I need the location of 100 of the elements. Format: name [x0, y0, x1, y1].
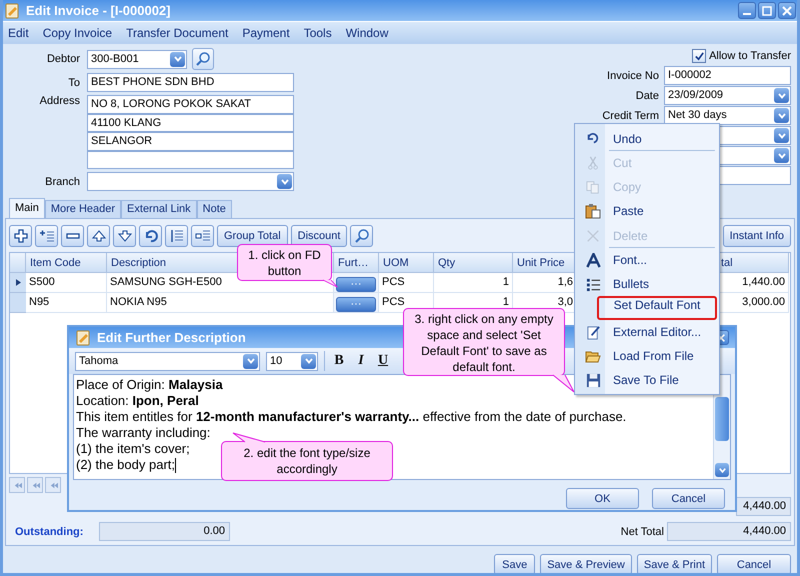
menu-item[interactable]: Copy Invoice: [42, 26, 112, 40]
dropdown-button[interactable]: [243, 354, 258, 368]
chevron-down-icon: [304, 356, 314, 366]
dropdown-button[interactable]: [774, 88, 789, 103]
dialog-button[interactable]: OK: [566, 488, 639, 509]
menu-item[interactable]: Window: [346, 26, 388, 40]
menu-item[interactable]: Paste: [577, 199, 717, 223]
toolbar-button[interactable]: [165, 225, 188, 247]
debtor-field[interactable]: 300-B001: [87, 50, 187, 68]
dialog-button[interactable]: Cancel: [652, 488, 725, 509]
toolbar-button[interactable]: [191, 225, 214, 247]
tab[interactable]: Note: [196, 200, 232, 218]
address-line-field[interactable]: NO 8, LORONG POKOK SAKAT: [87, 95, 294, 114]
toolbar-button[interactable]: [87, 225, 110, 247]
format-button[interactable]: U: [375, 351, 391, 371]
table-cell: N95: [26, 293, 107, 313]
column-header-corner: [10, 253, 26, 273]
dropdown-button[interactable]: [774, 108, 789, 123]
toolbar-button[interactable]: [9, 225, 32, 247]
minimize-button[interactable]: [738, 2, 756, 19]
font-icon: [586, 252, 600, 268]
tab[interactable]: More Header: [44, 200, 122, 218]
action-button[interactable]: Save & Preview: [540, 554, 632, 573]
dropdown-button[interactable]: [277, 174, 292, 189]
tab[interactable]: Main: [9, 198, 45, 218]
search-button[interactable]: [350, 225, 374, 247]
document-icon: [75, 330, 91, 346]
dropdown-button[interactable]: [301, 354, 316, 368]
menu-item[interactable]: Load From File: [577, 344, 717, 368]
plus-icon: [12, 228, 28, 244]
close-icon: [781, 4, 793, 16]
checkbox-label: Allow to Transfer: [709, 50, 791, 62]
column-header[interactable]: Unit Price: [513, 253, 577, 273]
field-label: Debtor: [46, 53, 81, 65]
table-cell: NOKIA N95: [107, 293, 334, 313]
toolbar-button[interactable]: [61, 225, 84, 247]
branch-field[interactable]: [87, 172, 294, 191]
callout-pointer: [553, 375, 575, 393]
column-header[interactable]: Qty: [434, 253, 513, 273]
column-header[interactable]: UOM: [379, 253, 434, 273]
dropdown-button[interactable]: [170, 52, 185, 66]
callout-pointer: [231, 432, 265, 442]
font-field[interactable]: Tahoma: [75, 352, 260, 370]
chevron-down-icon: [718, 466, 726, 474]
menu-item[interactable]: Tools: [304, 26, 332, 40]
double-arrow-left-icon: [12, 480, 22, 490]
to-field[interactable]: BEST PHONE SDN BHD: [87, 73, 294, 92]
arrow-up-icon: [90, 228, 106, 244]
dropdown-button[interactable]: [774, 128, 789, 143]
toolbar-button[interactable]: [35, 225, 58, 247]
address-line-field[interactable]: 41100 KLANG: [87, 114, 294, 132]
net-total-field: 4,440.00: [667, 522, 791, 541]
action-button[interactable]: Save: [494, 554, 536, 573]
menu-item[interactable]: Bullets: [577, 272, 717, 296]
format-button[interactable]: B: [331, 351, 347, 371]
instant-info-button[interactable]: Instant Info: [722, 225, 791, 247]
check-icon: [694, 50, 705, 62]
text-line: This item entitles for 12-month manufacturer's warranty... effective from the date of purchase.: [76, 409, 626, 425]
toolbar-button[interactable]: Group Total: [217, 225, 288, 247]
maximize-button[interactable]: [758, 2, 776, 19]
font-size-field[interactable]: 10: [266, 352, 318, 370]
dropdown-button[interactable]: [774, 148, 789, 163]
callout-tooltip: 3. right click on any empty space and select 'Set Default Font' to save as default font.: [403, 308, 565, 376]
toolbar-button[interactable]: Discount: [290, 225, 348, 247]
checkbox[interactable]: [692, 49, 706, 63]
menu-item[interactable]: Edit: [8, 26, 29, 40]
list-icon: [168, 228, 184, 244]
header-field[interactable]: Net 30 days: [664, 106, 791, 125]
format-button[interactable]: I: [353, 351, 369, 371]
text-line: (2) the body part;: [76, 457, 175, 473]
double-arrow-left-icon: [30, 480, 40, 490]
copy-icon: [586, 180, 600, 194]
double-arrow-left-icon: [48, 480, 58, 490]
close-button[interactable]: [778, 2, 796, 19]
table-cell: PCS: [379, 273, 434, 293]
row-selector[interactable]: [10, 273, 26, 293]
action-button[interactable]: Save & Print: [636, 554, 712, 573]
chevron-down-icon: [246, 356, 256, 366]
menu-item[interactable]: Payment: [242, 26, 290, 40]
menu-item[interactable]: Save To File: [577, 368, 717, 392]
tab[interactable]: External Link: [121, 200, 197, 218]
action-button[interactable]: Cancel: [717, 554, 791, 573]
toolbar-button[interactable]: [113, 225, 136, 247]
column-header[interactable]: Item Code: [26, 253, 107, 273]
address-line-field[interactable]: [87, 150, 294, 169]
menu-item[interactable]: External Editor...: [577, 320, 717, 344]
header-field[interactable]: 23/09/2009: [664, 86, 791, 105]
bullet-list-icon: [586, 276, 600, 292]
menu-item[interactable]: Font...: [577, 248, 717, 272]
scrollbar[interactable]: [713, 375, 730, 479]
menu-item[interactable]: Transfer Document: [126, 26, 228, 40]
column-header[interactable]: Furt…: [334, 253, 379, 273]
address-line-field[interactable]: SELANGOR: [87, 132, 294, 150]
search-button[interactable]: [192, 48, 214, 70]
field-label: Credit Term: [602, 110, 660, 122]
text-line: Place of Origin: Malaysia: [76, 377, 223, 393]
header-field[interactable]: I-000002: [664, 66, 791, 85]
menu-item[interactable]: Set Default Font: [597, 296, 717, 320]
outstanding-label: Outstanding:: [14, 526, 84, 538]
toolbar-button[interactable]: [139, 225, 162, 247]
